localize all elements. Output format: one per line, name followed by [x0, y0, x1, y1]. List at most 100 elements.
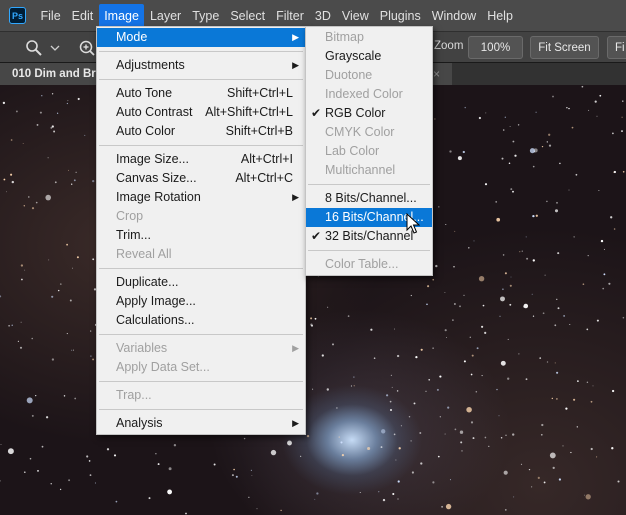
star: [466, 406, 472, 413]
star: [67, 100, 69, 102]
star: [248, 496, 250, 498]
star: [441, 505, 444, 508]
star: [464, 106, 466, 109]
image-menu-item-adjustments[interactable]: Adjustments ▶: [97, 56, 305, 75]
menubar-image[interactable]: Image: [98, 3, 145, 28]
star: [463, 360, 466, 363]
menubar-file[interactable]: File: [35, 4, 66, 28]
star: [444, 292, 446, 293]
star: [250, 469, 252, 471]
star: [31, 337, 33, 340]
star: [535, 111, 537, 113]
image-menu-item-image-size[interactable]: Image Size... Alt+Ctrl+I: [97, 150, 305, 169]
star: [56, 112, 59, 114]
star: [256, 508, 258, 510]
menubar-view[interactable]: View: [336, 4, 374, 28]
star: [57, 289, 60, 292]
image-menu-item-trim[interactable]: Trim...: [97, 226, 305, 245]
menubar-window[interactable]: Window: [426, 4, 481, 28]
menu-separator: [99, 51, 303, 52]
star: [432, 347, 434, 349]
star: [504, 509, 507, 511]
star: [500, 437, 503, 439]
zoom-tool-icon[interactable]: [25, 39, 43, 57]
checkmark-icon: ✔: [311, 106, 322, 120]
star: [454, 428, 457, 431]
mode-item-grayscale[interactable]: Grayscale: [306, 47, 432, 66]
menubar-layer[interactable]: Layer: [144, 4, 186, 28]
menubar-select[interactable]: Select: [225, 4, 271, 28]
star: [39, 111, 42, 114]
star: [548, 144, 552, 147]
star: [420, 348, 423, 351]
image-menu-item-mode[interactable]: Mode ▶: [97, 28, 305, 47]
star: [233, 468, 235, 471]
star: [41, 445, 44, 448]
menubar-plugins[interactable]: Plugins: [374, 4, 426, 28]
star: [359, 492, 361, 493]
menu-item-label: Apply Data Set...: [116, 360, 210, 374]
star: [382, 498, 386, 502]
fill-screen-button[interactable]: Fi: [607, 36, 626, 59]
star: [350, 385, 352, 387]
menubar-filter[interactable]: Filter: [271, 4, 310, 28]
menubar-3d[interactable]: 3D: [309, 4, 336, 28]
star: [452, 319, 454, 321]
image-menu-item-canvas-size[interactable]: Canvas Size... Alt+Ctrl+C: [97, 169, 305, 188]
star: [622, 171, 625, 173]
menubar-type[interactable]: Type: [187, 4, 225, 28]
star: [554, 209, 559, 213]
mode-item-rgb-color[interactable]: ✔ RGB Color: [306, 104, 432, 123]
image-menu-item-auto-color[interactable]: Auto Color Shift+Ctrl+B: [97, 122, 305, 141]
star: [454, 230, 456, 232]
star: [415, 355, 418, 359]
image-menu-item-auto-tone[interactable]: Auto Tone Shift+Ctrl+L: [97, 84, 305, 103]
image-menu-item-duplicate[interactable]: Duplicate...: [97, 273, 305, 292]
star: [602, 287, 605, 290]
star: [526, 257, 529, 260]
image-menu-item-apply-image[interactable]: Apply Image...: [97, 292, 305, 311]
star: [548, 133, 551, 136]
close-tab-icon[interactable]: ×: [433, 67, 440, 81]
star: [72, 349, 74, 351]
mode-item-8-bits-channel[interactable]: 8 Bits/Channel...: [306, 189, 432, 208]
star: [496, 388, 498, 391]
star: [559, 162, 561, 165]
star: [617, 480, 620, 483]
star: [621, 130, 623, 133]
star: [54, 181, 57, 184]
image-menu-item-analysis[interactable]: Analysis ▶: [97, 414, 305, 433]
star: [509, 284, 512, 287]
star: [453, 303, 456, 305]
zoom-in-icon[interactable]: [78, 39, 96, 57]
star: [167, 489, 173, 495]
star: [68, 479, 71, 482]
star: [370, 328, 373, 331]
mode-item-cmyk-color: CMYK Color: [306, 123, 432, 142]
menubar-edit[interactable]: Edit: [66, 4, 99, 28]
star: [556, 201, 558, 204]
star: [558, 478, 562, 481]
star: [502, 288, 504, 291]
menu-item-label: Trim...: [116, 228, 151, 242]
star: [347, 315, 350, 317]
tool-preset-chevron-down-icon[interactable]: [50, 43, 60, 53]
image-menu-item-calculations[interactable]: Calculations...: [97, 311, 305, 330]
star: [331, 343, 335, 346]
star: [571, 126, 574, 129]
image-menu-item-image-rotation[interactable]: Image Rotation ▶: [97, 188, 305, 207]
image-menu-item-auto-contrast[interactable]: Auto Contrast Alt+Shift+Ctrl+L: [97, 103, 305, 122]
star: [31, 414, 34, 417]
star: [385, 394, 389, 397]
star: [504, 272, 507, 275]
menubar-help[interactable]: Help: [482, 4, 519, 28]
zoom-100-button[interactable]: 100%: [468, 36, 523, 59]
star: [542, 312, 545, 315]
star: [113, 454, 117, 457]
star: [86, 455, 89, 458]
star: [63, 395, 66, 397]
mode-submenu: Bitmap Grayscale Duotone Indexed Color ✔ RGB …: [305, 26, 433, 276]
star: [92, 358, 95, 361]
fit-screen-button[interactable]: Fit Screen: [530, 36, 599, 59]
star: [603, 248, 605, 250]
